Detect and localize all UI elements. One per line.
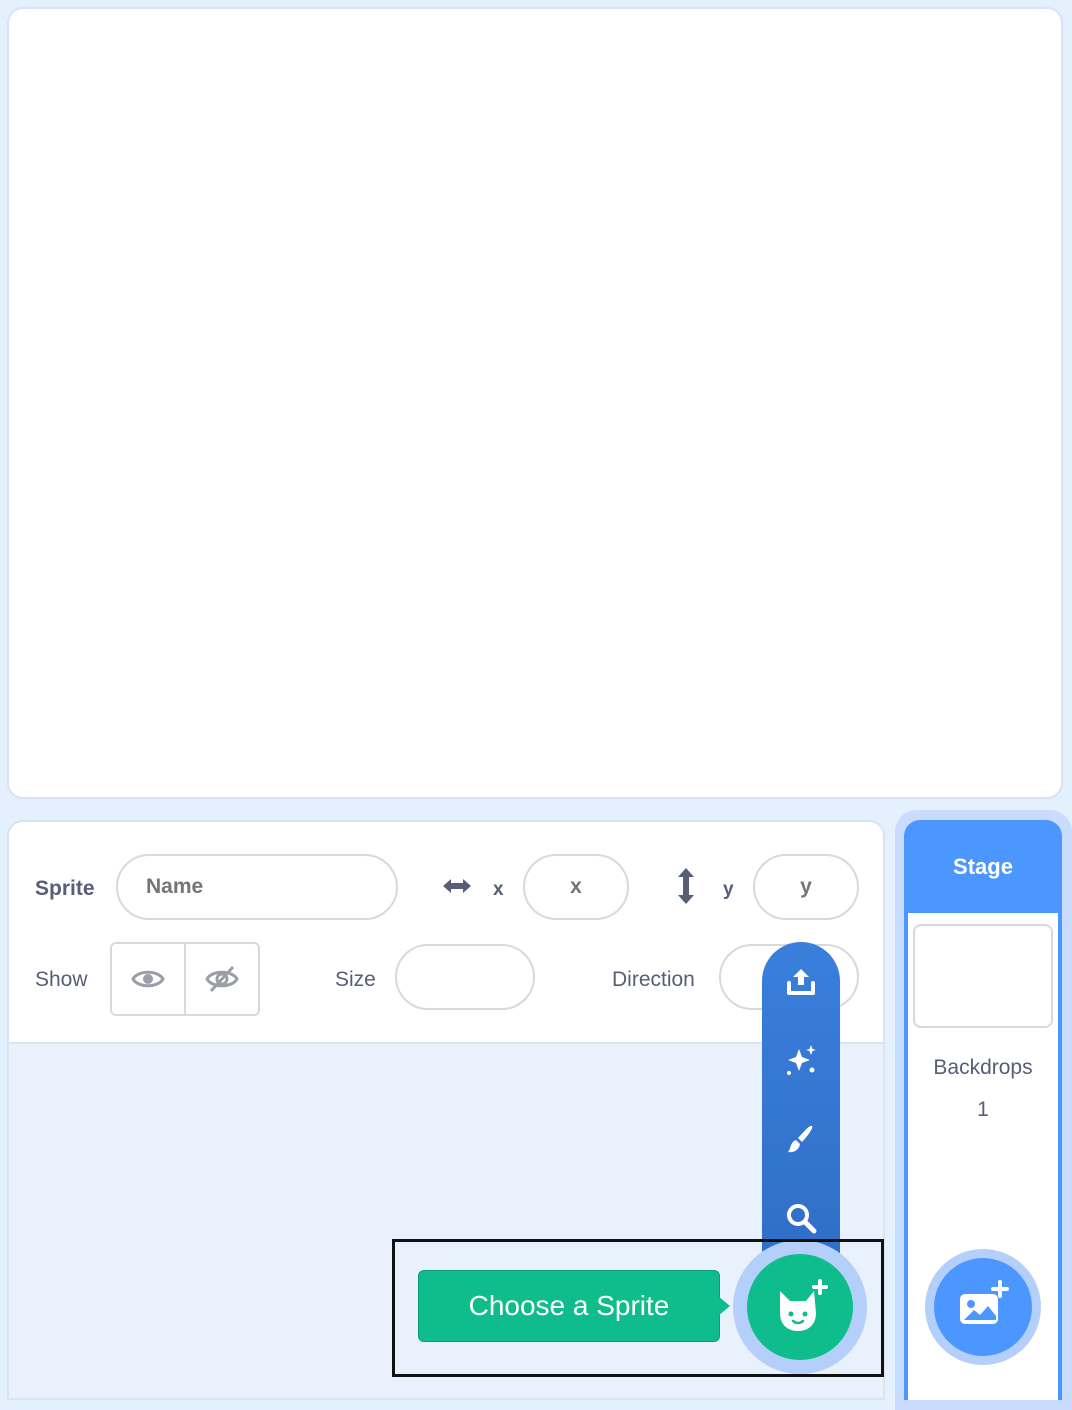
stage-border-right [1058, 913, 1062, 1400]
x-label: x [493, 879, 504, 900]
show-visible-button[interactable] [112, 944, 184, 1014]
vertical-arrows-icon [674, 866, 698, 911]
upload-sprite-button[interactable] [762, 952, 840, 1012]
search-icon [787, 1204, 817, 1234]
search-sprite-button[interactable] [762, 1188, 840, 1248]
size-input[interactable] [395, 944, 535, 1010]
y-label: y [723, 879, 734, 900]
surprise-icon [787, 1045, 816, 1075]
sprite-info-panel: Sprite x y Show Size Direction [9, 822, 883, 1044]
show-toggle [110, 942, 260, 1016]
stage-thumbnail [913, 924, 1053, 1028]
cat-icon [780, 1279, 828, 1331]
backdrops-label: Backdrops [933, 1056, 1033, 1079]
add-backdrop-icon [960, 1280, 1009, 1324]
size-label: Size [335, 968, 376, 991]
surprise-sprite-button[interactable] [762, 1030, 840, 1090]
paint-sprite-button[interactable] [762, 1109, 840, 1169]
upload-icon [787, 969, 815, 995]
stage-canvas[interactable] [7, 7, 1063, 799]
tooltip-arrow [718, 1296, 730, 1316]
direction-label: Direction [612, 968, 695, 991]
paint-icon [788, 1125, 813, 1153]
eye-icon [131, 970, 165, 988]
stage-header: Stage [904, 820, 1062, 913]
show-hidden-button[interactable] [184, 944, 258, 1014]
choose-sprite-tooltip: Choose a Sprite [418, 1270, 720, 1342]
y-input[interactable] [753, 854, 859, 920]
sprite-label: Sprite [35, 877, 95, 900]
sprite-name-input[interactable] [116, 854, 398, 920]
show-label: Show [35, 968, 88, 991]
choose-sprite-button[interactable] [747, 1254, 853, 1360]
horizontal-arrows-icon [439, 874, 475, 903]
choose-backdrop-button[interactable] [934, 1258, 1032, 1356]
x-input[interactable] [523, 854, 629, 920]
backdrops-count: 1 [977, 1098, 989, 1121]
eye-slash-icon [205, 965, 239, 993]
stage-border-left [904, 913, 908, 1400]
